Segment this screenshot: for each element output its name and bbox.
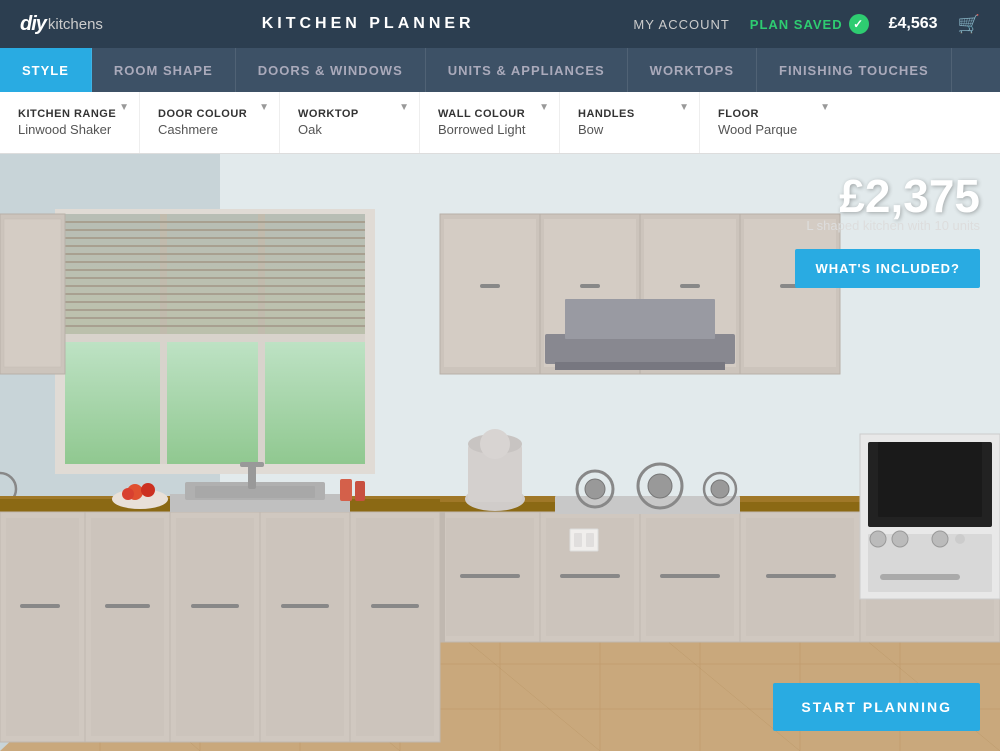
check-circle-icon: ✓ [849,14,869,34]
header-right: MY ACCOUNT PLAN SAVED ✓ £4,563 🛒 [633,14,980,35]
dropdown-arrow-floor: ▼ [820,102,830,113]
kitchen-scene-svg [0,154,1000,751]
plan-saved-status: PLAN SAVED ✓ [750,14,869,34]
kitchen-price: £2,375 [806,169,980,223]
top-header: diy kitchens KITCHEN PLANNER MY ACCOUNT … [0,0,1000,48]
dropdown-arrow-door-colour: ▼ [259,102,269,113]
price-overlay: £2,375 L shaped kitchen with 10 units [806,169,980,233]
style-option-kitchen-range[interactable]: KITCHEN RANGE Linwood Shaker ▼ [0,92,140,153]
style-option-wall-colour[interactable]: WALL COLOUR Borrowed Light ▼ [420,92,560,153]
dropdown-arrow-worktop: ▼ [399,102,409,113]
tab-style[interactable]: STYLE [0,48,92,92]
style-bar: KITCHEN RANGE Linwood Shaker ▼ DOOR COLO… [0,92,1000,154]
header-price: £4,563 [889,15,938,33]
logo-kitchens: kitchens [48,16,103,33]
my-account-link[interactable]: MY ACCOUNT [633,17,729,32]
logo[interactable]: diy kitchens [20,13,103,36]
cart-icon[interactable]: 🛒 [958,14,980,35]
start-planning-button[interactable]: START PLANNING [773,683,980,731]
tab-worktops[interactable]: WORKTOPS [628,48,757,92]
dropdown-arrow-wall-colour: ▼ [539,102,549,113]
tab-finishing-touches[interactable]: FINISHING TOUCHES [757,48,952,92]
style-option-door-colour[interactable]: DOOR COLOUR Cashmere ▼ [140,92,280,153]
tab-doors-windows[interactable]: DOORS & WINDOWS [236,48,426,92]
page-title: KITCHEN PLANNER [262,15,475,33]
style-option-worktop[interactable]: WORKTOP Oak ▼ [280,92,420,153]
kitchen-description: L shaped kitchen with 10 units [806,218,980,233]
dropdown-arrow-kitchen-range: ▼ [119,102,129,113]
whats-included-button[interactable]: WHAT'S INCLUDED? [795,249,980,288]
style-option-handles[interactable]: HANDLES Bow ▼ [560,92,700,153]
style-option-floor[interactable]: FLOOR Wood Parque ▼ [700,92,840,153]
tab-units-appliances[interactable]: UNITS & APPLIANCES [426,48,628,92]
kitchen-view: £2,375 L shaped kitchen with 10 units WH… [0,154,1000,751]
tab-room-shape[interactable]: ROOM SHAPE [92,48,236,92]
logo-diy: diy [20,13,46,36]
dropdown-arrow-handles: ▼ [679,102,689,113]
nav-tabs: STYLE ROOM SHAPE DOORS & WINDOWS UNITS &… [0,48,1000,92]
